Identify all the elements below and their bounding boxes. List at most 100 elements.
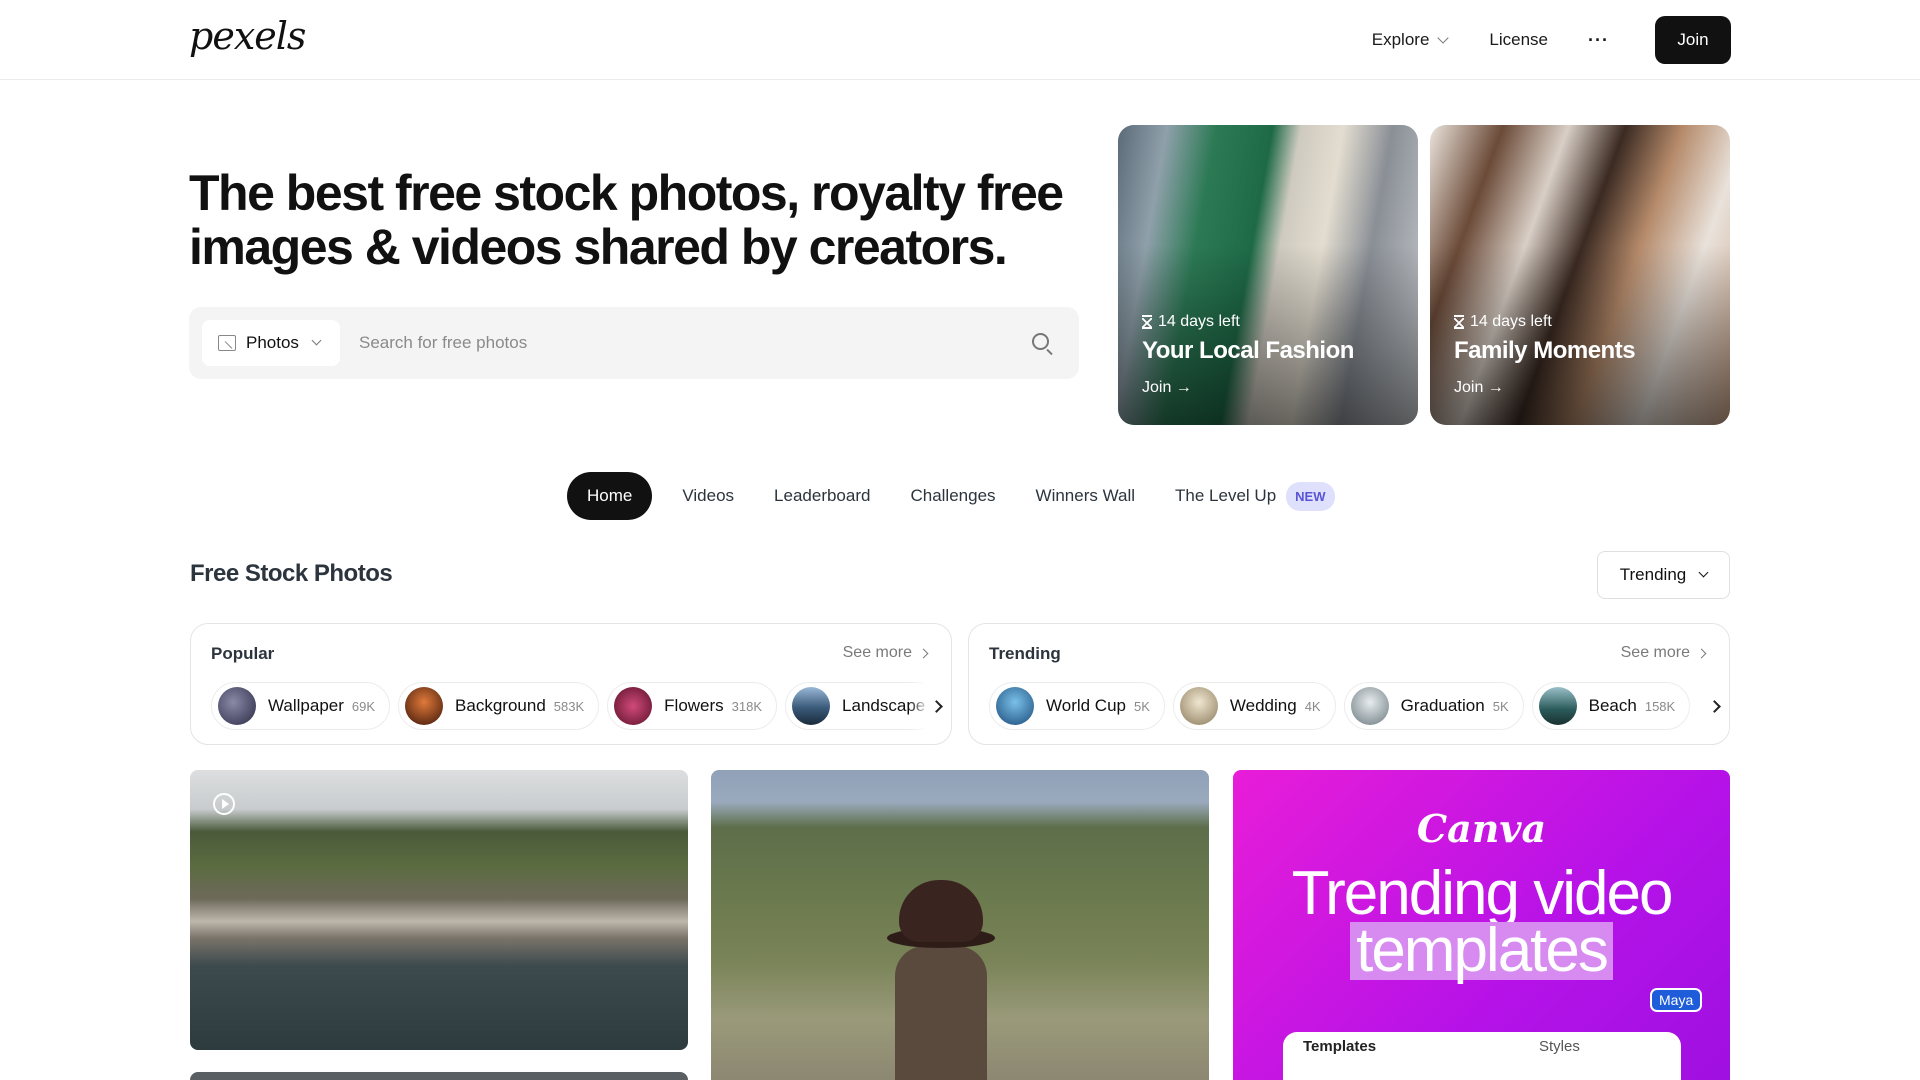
chip-list: Wallpaper 69K Background 583K Flowers 31… (211, 682, 941, 730)
chip-thumbnail (614, 687, 653, 725)
top-header: pexels Explore License ··· Join (0, 0, 1920, 80)
hourglass-icon (1454, 315, 1464, 329)
challenge-join-link[interactable]: Join → (1142, 379, 1192, 397)
chip-count: 158K (1644, 698, 1676, 714)
photo-tile[interactable] (190, 1072, 688, 1080)
join-button[interactable]: Join (1655, 16, 1731, 64)
content-tabs: Home Videos Leaderboard Challenges Winne… (567, 472, 1335, 520)
chip-thumbnail (996, 687, 1034, 725)
chevron-down-icon (1437, 31, 1450, 44)
more-menu-button[interactable]: ··· (1588, 30, 1609, 51)
hat (899, 880, 983, 942)
chip-thumbnail (1538, 687, 1577, 725)
search-input[interactable] (359, 320, 999, 366)
chip-count: 4K (1304, 698, 1321, 714)
search-type-label: Photos (246, 333, 299, 352)
chip-list: World Cup 5K Wedding 4K Graduation 5K Be… (989, 682, 1691, 730)
ad-tab-styles: Styles (1539, 1038, 1580, 1055)
new-badge: NEW (1286, 481, 1335, 511)
search-bar: Photos (189, 307, 1079, 379)
tab-home[interactable]: Home (567, 472, 653, 520)
canva-ad-tile[interactable]: Canva Trending video templates Maya Temp… (1233, 770, 1730, 1080)
chip-background[interactable]: Background 583K (398, 682, 600, 730)
person-body (895, 946, 987, 1080)
tab-videos[interactable]: Videos (662, 472, 754, 520)
chip-count: 583K (553, 698, 585, 714)
sort-dropdown[interactable]: Trending (1597, 551, 1730, 599)
chip-count: 69K (351, 698, 376, 714)
ad-headline-highlight: templates (1233, 920, 1730, 982)
tab-the-level-up[interactable]: The Level Up (1155, 472, 1296, 520)
chip-thumbnail (792, 687, 831, 725)
popular-panel: Popular See more Wallpaper 69K Backgroun… (190, 623, 952, 745)
chip-thumbnail (218, 687, 256, 725)
panel-title: Popular (211, 644, 275, 663)
challenge-title: Your Local Fashion (1142, 337, 1354, 364)
days-left: 14 days left (1454, 313, 1552, 331)
chip-wedding[interactable]: Wedding 4K (1172, 682, 1336, 730)
chevron-right-icon (1696, 648, 1707, 658)
chip-world-cup[interactable]: World Cup 5K (989, 682, 1165, 730)
challenge-card-fashion[interactable]: 14 days left Your Local Fashion Join → (1118, 125, 1418, 425)
see-more-label: See more (842, 644, 912, 661)
panel-title: Trending (989, 644, 1061, 663)
chip-wallpaper[interactable]: Wallpaper 69K (211, 682, 391, 730)
hero-title: The best free stock photos, royalty free… (189, 165, 1064, 275)
tab-winners-wall[interactable]: Winners Wall (1016, 472, 1156, 520)
nav-license[interactable]: License (1489, 30, 1548, 50)
person-figure (887, 880, 995, 1080)
chip-count: 5K (1134, 698, 1150, 714)
challenge-title: Family Moments (1454, 337, 1636, 364)
ad-headline-line2: templates (1350, 920, 1613, 982)
trending-panel: Trending See more World Cup 5K Wedding 4… (968, 623, 1730, 745)
see-more-link[interactable]: See more (1620, 644, 1707, 662)
tab-leaderboard[interactable]: Leaderboard (754, 472, 890, 520)
chip-label: World Cup (1046, 696, 1126, 715)
video-tile-coastal-town[interactable] (190, 770, 688, 1050)
image-icon (218, 335, 236, 351)
chevron-right-icon (1708, 699, 1721, 713)
chip-flowers[interactable]: Flowers 318K (607, 682, 778, 730)
chip-label: Flowers (664, 696, 724, 715)
chip-label: Wedding (1229, 696, 1297, 715)
chip-thumbnail (1350, 687, 1389, 725)
days-left: 14 days left (1142, 313, 1240, 331)
tab-challenges[interactable]: Challenges (890, 472, 1015, 520)
pexels-logo[interactable]: pexels (189, 14, 306, 58)
sort-label: Trending (1619, 565, 1687, 584)
chip-thumbnail (405, 687, 444, 725)
chip-label: Beach (1588, 696, 1637, 715)
scroll-right-button[interactable] (1687, 682, 1729, 730)
chevron-right-icon (930, 699, 943, 713)
chip-label: Graduation (1400, 696, 1485, 715)
hourglass-icon (1142, 315, 1152, 329)
challenge-join-link[interactable]: Join → (1454, 379, 1504, 397)
chevron-right-icon (918, 648, 929, 658)
chip-label: Wallpaper (268, 696, 344, 715)
nav-explore[interactable]: Explore (1371, 30, 1450, 50)
nav-explore-label: Explore (1371, 30, 1430, 49)
top-nav: Explore License ··· Join (1372, 16, 1731, 64)
chip-label: Background (455, 696, 546, 715)
challenge-card-family[interactable]: 14 days left Family Moments Join → (1430, 125, 1730, 425)
chip-count: 5K (1492, 698, 1509, 714)
chip-thumbnail (1179, 687, 1218, 725)
cursor-name-tag: Maya (1650, 988, 1703, 1012)
ad-tab-templates: Templates (1303, 1038, 1377, 1055)
chip-graduation[interactable]: Graduation 5K (1343, 682, 1524, 730)
play-icon (213, 793, 235, 815)
search-icon[interactable] (1032, 333, 1049, 350)
see-more-link[interactable]: See more (842, 644, 929, 662)
chevron-down-icon (311, 335, 322, 346)
chevron-down-icon (1698, 567, 1709, 578)
chip-beach[interactable]: Beach 158K (1531, 682, 1691, 730)
days-left-label: 14 days left (1470, 313, 1552, 330)
scroll-right-button[interactable] (909, 682, 951, 730)
days-left-label: 14 days left (1158, 313, 1240, 330)
canva-logo: Canva (1416, 806, 1547, 851)
chip-count: 318K (731, 698, 763, 714)
see-more-label: See more (1620, 644, 1690, 661)
section-title: Free Stock Photos (190, 560, 393, 587)
search-type-dropdown[interactable]: Photos (202, 320, 340, 366)
photo-tile-woman-in-field[interactable] (711, 770, 1209, 1080)
